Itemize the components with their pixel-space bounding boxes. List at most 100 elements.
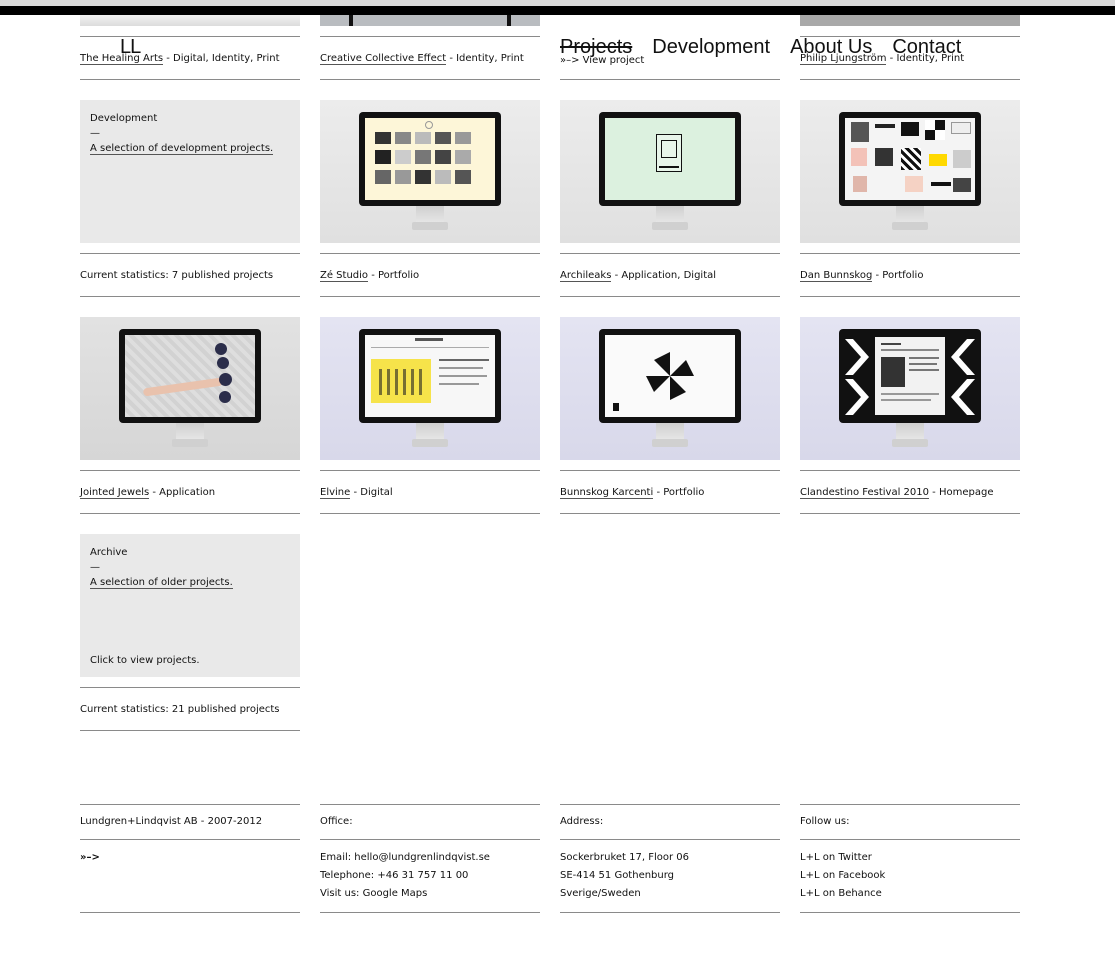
festival-artwork <box>845 337 975 415</box>
monitor-image <box>599 112 741 206</box>
divider <box>800 253 1020 254</box>
monitor-image <box>839 112 981 206</box>
project-caption: Dan Bunnskog - Portfolio <box>800 270 924 282</box>
divider <box>80 513 300 514</box>
footer-arrow-link[interactable]: »–> <box>80 849 100 867</box>
archive-click-text: Click to view projects. <box>90 655 200 666</box>
project-link[interactable]: Jointed Jewels <box>80 487 150 499</box>
archive-heading: Archive <box>90 547 128 558</box>
archive-tile[interactable]: Archive — A selection of older projects.… <box>80 534 300 677</box>
divider <box>320 839 540 840</box>
footer-address-line: SE-414 51 Gothenburg <box>560 870 675 881</box>
divider <box>80 912 300 913</box>
divider <box>800 513 1020 514</box>
footer-follow-label: Follow us: <box>800 816 850 827</box>
cropped-thumbnail[interactable] <box>800 15 1020 26</box>
divider <box>320 470 540 471</box>
project-caption: Archileaks - Application, Digital <box>560 270 717 282</box>
footer-behance-link[interactable]: L+L on Behance <box>800 885 882 903</box>
footer-email[interactable]: Email: hello@lundgrenlindqvist.se <box>320 849 490 867</box>
dash: — <box>90 128 100 139</box>
monitor-image <box>359 112 501 206</box>
project-link[interactable]: Creative Collective Effect <box>320 53 447 65</box>
divider <box>80 470 300 471</box>
view-project-link[interactable]: »–> View project <box>560 55 644 66</box>
project-thumbnail-clandestino-festival[interactable] <box>800 317 1020 460</box>
project-thumbnail-archileaks[interactable] <box>560 100 780 243</box>
project-thumbnail-dan-bunnskog[interactable] <box>800 100 1020 243</box>
monitor-image <box>839 329 981 423</box>
nav-development[interactable]: Development <box>652 36 770 59</box>
cropped-thumbnail[interactable] <box>320 15 540 26</box>
footer-company: Lundgren+Lindqvist AB - 2007-2012 <box>80 816 263 827</box>
divider <box>800 839 1020 840</box>
project-caption: The Healing Arts - Digital, Identity, Pr… <box>80 53 280 65</box>
development-stats: Current statistics: 7 published projects <box>80 270 274 281</box>
divider <box>560 470 780 471</box>
monitor-image <box>359 329 501 423</box>
divider <box>80 296 300 297</box>
footer-address-line: Sverige/Sweden <box>560 888 641 899</box>
project-link[interactable]: Archileaks <box>560 270 612 282</box>
monitor-image <box>119 329 261 423</box>
footer-address-line: Sockerbruket 17, Floor 06 <box>560 852 690 863</box>
project-thumbnail-bunnskog-karcenti[interactable] <box>560 317 780 460</box>
divider <box>80 36 300 37</box>
divider <box>80 839 300 840</box>
project-link[interactable]: Bunnskog Karcenti <box>560 487 654 499</box>
project-link[interactable]: The Healing Arts <box>80 53 164 65</box>
development-link[interactable]: A selection of development projects. <box>90 143 274 155</box>
divider <box>800 804 1020 805</box>
footer-maps-link[interactable]: Visit us: Google Maps <box>320 885 427 903</box>
divider <box>320 79 540 80</box>
divider <box>800 296 1020 297</box>
archive-link[interactable]: A selection of older projects. <box>90 577 233 589</box>
footer-facebook-link[interactable]: L+L on Facebook <box>800 867 885 885</box>
cropped-thumbnail[interactable] <box>80 15 300 26</box>
divider <box>80 687 300 688</box>
development-tile[interactable]: Development — A selection of development… <box>80 100 300 243</box>
divider <box>560 912 780 913</box>
divider <box>560 804 780 805</box>
project-caption: Jointed Jewels - Application <box>80 487 216 499</box>
project-caption: Creative Collective Effect - Identity, P… <box>320 53 524 65</box>
project-link[interactable]: Clandestino Festival 2010 <box>800 487 929 499</box>
divider <box>320 36 540 37</box>
divider <box>800 912 1020 913</box>
project-link[interactable]: Philip Ljungström <box>800 53 887 65</box>
divider <box>560 79 780 80</box>
divider <box>320 912 540 913</box>
project-link[interactable]: Zé Studio <box>320 270 369 282</box>
divider <box>320 296 540 297</box>
project-thumbnail-ze-studio[interactable] <box>320 100 540 243</box>
project-caption: Zé Studio - Portfolio <box>320 270 420 282</box>
divider <box>80 79 300 80</box>
project-thumbnail-jointed-jewels[interactable] <box>80 317 300 460</box>
pinwheel-logo <box>613 352 694 411</box>
archive-stats: Current statistics: 21 published project… <box>80 704 280 715</box>
divider <box>560 839 780 840</box>
footer-twitter-link[interactable]: L+L on Twitter <box>800 849 872 867</box>
divider <box>560 253 780 254</box>
project-caption: Philip Ljungström - Identity, Print <box>800 53 965 65</box>
divider <box>80 730 300 731</box>
divider <box>800 470 1020 471</box>
divider <box>560 296 780 297</box>
divider <box>320 253 540 254</box>
project-caption: Bunnskog Karcenti - Portfolio <box>560 487 705 499</box>
project-caption: Elvine - Digital <box>320 487 393 499</box>
project-link[interactable]: Elvine <box>320 487 351 499</box>
project-thumbnail-elvine[interactable] <box>320 317 540 460</box>
divider <box>560 513 780 514</box>
project-link[interactable]: Dan Bunnskog <box>800 270 873 282</box>
development-heading: Development <box>90 113 158 124</box>
divider <box>80 253 300 254</box>
divider <box>80 804 300 805</box>
footer-office-label: Office: <box>320 816 353 827</box>
footer-phone: Telephone: +46 31 757 11 00 <box>320 870 469 881</box>
dash: — <box>90 562 100 573</box>
divider <box>320 513 540 514</box>
page-top-bar <box>0 6 1115 15</box>
divider <box>800 79 1020 80</box>
divider <box>320 804 540 805</box>
